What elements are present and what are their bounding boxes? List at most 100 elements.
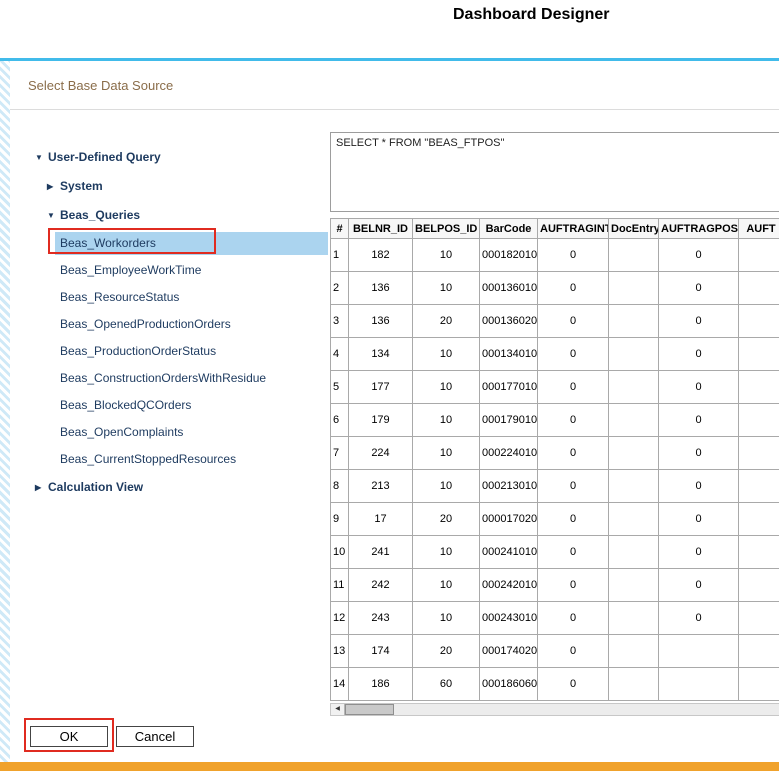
tree-item-beas-blockedqcorders[interactable]: Beas_BlockedQCOrders <box>55 394 328 417</box>
table-cell: 10 <box>413 272 480 305</box>
table-cell: 000134010 <box>480 338 538 371</box>
table-cell: 0 <box>659 305 739 338</box>
table-cell <box>609 668 659 701</box>
column-header[interactable]: DocEntry <box>609 219 659 239</box>
chevron-collapsed-icon[interactable]: ▶ <box>47 177 60 197</box>
select-data-source-dialog: Select Base Data Source ▼User-Defined Qu… <box>10 61 779 762</box>
table-cell: 5 <box>331 371 349 404</box>
table-cell: 000213010 <box>480 470 538 503</box>
column-header[interactable]: BELNR_ID <box>349 219 413 239</box>
left-stripe-decoration <box>0 61 10 762</box>
table-cell: 000243010 <box>480 602 538 635</box>
table-cell: 8 <box>331 470 349 503</box>
tree-item-calculation-view[interactable]: ▶Calculation View <box>35 477 335 497</box>
column-header[interactable]: BarCode <box>480 219 538 239</box>
table-cell: 11 <box>331 569 349 602</box>
table-row[interactable]: 82131000021301000 <box>331 470 779 503</box>
table-cell <box>659 635 739 668</box>
tree-item-beas-queries[interactable]: ▼Beas_Queries <box>35 205 335 225</box>
tree-item-beas-workorders[interactable]: Beas_Workorders <box>55 232 328 255</box>
table-cell: 20 <box>413 305 480 338</box>
table-row[interactable]: 21361000013601000 <box>331 272 779 305</box>
sql-query-editor[interactable]: SELECT * FROM "BEAS_FTPOS" <box>330 132 779 212</box>
table-cell: 213 <box>349 470 413 503</box>
table-cell: 000186060 <box>480 668 538 701</box>
table-row[interactable]: 122431000024301000 <box>331 602 779 635</box>
table-cell: 10 <box>413 536 480 569</box>
table-row[interactable]: 102411000024101000 <box>331 536 779 569</box>
table-row[interactable]: 72241000022401000 <box>331 437 779 470</box>
table-row[interactable]: 9172000001702000 <box>331 503 779 536</box>
table-cell: 10 <box>413 470 480 503</box>
table-cell <box>609 503 659 536</box>
tree-item-label: Beas_Workorders <box>60 236 156 250</box>
chevron-collapsed-icon[interactable]: ▶ <box>35 478 48 498</box>
results-table-body: 1182100001820100021361000013601000313620… <box>331 239 779 701</box>
table-cell: 0 <box>659 602 739 635</box>
results-table: #BELNR_IDBELPOS_IDBarCodeAUFTRAGINTDocEn… <box>330 218 779 701</box>
table-cell: 20 <box>413 503 480 536</box>
table-cell: 179 <box>349 404 413 437</box>
ok-button[interactable]: OK <box>30 726 108 747</box>
table-cell: 000242010 <box>480 569 538 602</box>
table-cell: 6 <box>331 404 349 437</box>
table-cell: 000182010 <box>480 239 538 272</box>
column-header[interactable]: AUFTRAGINT <box>538 219 609 239</box>
table-row[interactable]: 112421000024201000 <box>331 569 779 602</box>
table-cell <box>739 470 779 503</box>
table-cell <box>739 371 779 404</box>
tree-item-beas-resourcestatus[interactable]: Beas_ResourceStatus <box>55 286 328 309</box>
horizontal-scrollbar[interactable]: ◀ <box>330 703 779 716</box>
tree-item-beas-employeeworktime[interactable]: Beas_EmployeeWorkTime <box>55 259 328 282</box>
table-cell: 136 <box>349 305 413 338</box>
table-row[interactable]: 41341000013401000 <box>331 338 779 371</box>
table-row[interactable]: 11821000018201000 <box>331 239 779 272</box>
tree-item-beas-opencomplaints[interactable]: Beas_OpenComplaints <box>55 421 328 444</box>
tree-item-system[interactable]: ▶System <box>35 176 335 196</box>
table-cell: 242 <box>349 569 413 602</box>
chevron-expanded-icon[interactable]: ▼ <box>47 206 60 226</box>
tree-item-beas-constructionorderswithresidue[interactable]: Beas_ConstructionOrdersWithResidue <box>55 367 328 390</box>
cancel-button[interactable]: Cancel <box>116 726 194 747</box>
table-cell <box>739 503 779 536</box>
table-cell: 0 <box>659 239 739 272</box>
table-cell: 182 <box>349 239 413 272</box>
column-header[interactable]: # <box>331 219 349 239</box>
tree-item-beas-currentstoppedresources[interactable]: Beas_CurrentStoppedResources <box>55 448 328 471</box>
table-row[interactable]: 61791000017901000 <box>331 404 779 437</box>
table-cell: 0 <box>538 668 609 701</box>
table-cell <box>739 668 779 701</box>
table-cell: 000136020 <box>480 305 538 338</box>
table-cell: 17 <box>349 503 413 536</box>
column-header[interactable]: BELPOS_ID <box>413 219 480 239</box>
table-cell <box>739 239 779 272</box>
table-cell <box>609 437 659 470</box>
table-cell <box>739 569 779 602</box>
table-row[interactable]: 13174200001740200 <box>331 635 779 668</box>
table-cell <box>739 437 779 470</box>
tree-item-beas-openedproductionorders[interactable]: Beas_OpenedProductionOrders <box>55 313 328 336</box>
tree-item-beas-productionorderstatus[interactable]: Beas_ProductionOrderStatus <box>55 340 328 363</box>
column-header[interactable]: AUFT <box>739 219 779 239</box>
tree-item-user-defined-query[interactable]: ▼User-Defined Query <box>35 147 335 167</box>
table-row[interactable]: 14186600001860600 <box>331 668 779 701</box>
table-cell: 0 <box>538 536 609 569</box>
table-cell: 0 <box>538 602 609 635</box>
table-cell: 10 <box>331 536 349 569</box>
table-cell: 0 <box>538 404 609 437</box>
table-cell <box>609 305 659 338</box>
table-cell: 0 <box>659 437 739 470</box>
column-header[interactable]: AUFTRAGPOS <box>659 219 739 239</box>
table-cell <box>739 635 779 668</box>
scrollbar-thumb[interactable] <box>345 704 394 715</box>
table-row[interactable]: 51771000017701000 <box>331 371 779 404</box>
table-cell: 4 <box>331 338 349 371</box>
table-row[interactable]: 31362000013602000 <box>331 305 779 338</box>
table-cell: 224 <box>349 437 413 470</box>
chevron-expanded-icon[interactable]: ▼ <box>35 148 48 168</box>
table-cell <box>609 569 659 602</box>
scroll-left-icon[interactable]: ◀ <box>331 704 345 715</box>
table-cell: 10 <box>413 569 480 602</box>
table-cell: 0 <box>538 272 609 305</box>
table-cell <box>609 404 659 437</box>
